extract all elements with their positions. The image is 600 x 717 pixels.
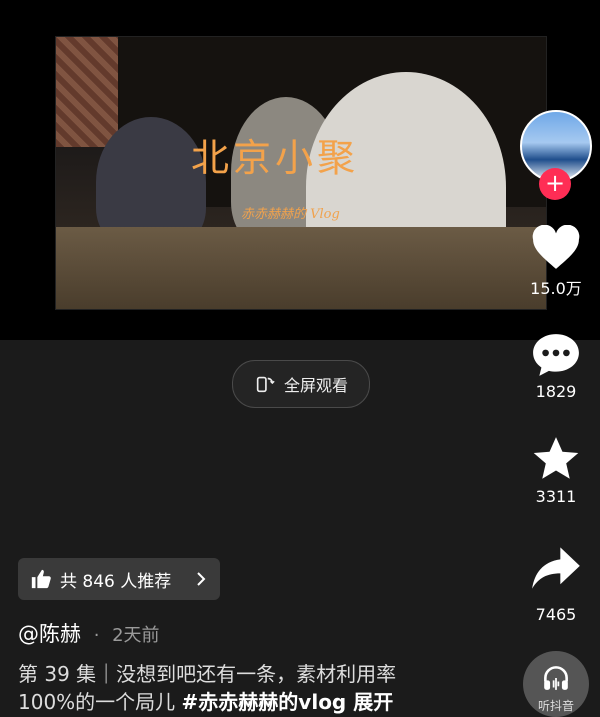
video-subtitle-overlay: 赤赤赫赫的 Vlog bbox=[241, 207, 340, 222]
share-icon bbox=[532, 547, 580, 589]
hashtag-link[interactable]: #赤赤赫赫的vlog bbox=[182, 690, 347, 714]
rotate-screen-icon bbox=[256, 376, 275, 393]
fullscreen-button[interactable]: 全屏观看 bbox=[232, 360, 370, 408]
recommend-label: 共 846 人推荐 bbox=[60, 571, 172, 592]
author-row: @陈赫 · 2天前 bbox=[18, 622, 160, 646]
like-count: 15.0万 bbox=[530, 279, 582, 298]
video-table bbox=[56, 227, 546, 309]
author-avatar-group: + bbox=[520, 110, 592, 200]
like-action[interactable]: 15.0万 bbox=[520, 225, 592, 299]
comment-count: 1829 bbox=[535, 382, 577, 401]
post-time: 2天前 bbox=[112, 625, 160, 646]
author-name[interactable]: @陈赫 bbox=[18, 622, 81, 646]
chevron-right-icon bbox=[197, 572, 206, 586]
video-player[interactable]: 北京小聚 赤赤赫赫的 Vlog bbox=[55, 36, 547, 310]
recommend-button[interactable]: 共 846 人推荐 bbox=[18, 558, 220, 600]
description-line1: 第 39 集｜没想到吧还有一条，素材利用率 bbox=[18, 662, 397, 686]
headphones-icon bbox=[544, 666, 568, 690]
follow-button[interactable]: + bbox=[539, 168, 571, 200]
expand-link[interactable]: 展开 bbox=[346, 690, 393, 714]
star-icon bbox=[533, 437, 579, 479]
fullscreen-label: 全屏观看 bbox=[283, 376, 348, 395]
thumbs-up-icon bbox=[31, 569, 51, 589]
favorite-action[interactable]: 3311 bbox=[520, 435, 592, 506]
video-title-overlay: 北京小聚 bbox=[191, 136, 360, 180]
heart-icon bbox=[532, 225, 580, 269]
comment-icon bbox=[533, 334, 579, 376]
video-description: 第 39 集｜没想到吧还有一条，素材利用率 100%的一个局儿 #赤赤赫赫的vl… bbox=[18, 660, 478, 716]
share-action[interactable]: 7465 bbox=[520, 545, 592, 624]
listen-button[interactable]: 听抖音 bbox=[523, 651, 589, 717]
favorite-count: 3311 bbox=[535, 487, 577, 506]
listen-label: 听抖音 bbox=[537, 699, 574, 713]
share-count: 7465 bbox=[535, 605, 577, 624]
video-window-decor bbox=[56, 37, 118, 147]
description-line2: 100%的一个局儿 bbox=[18, 690, 182, 714]
comment-action[interactable]: 1829 bbox=[520, 332, 592, 401]
